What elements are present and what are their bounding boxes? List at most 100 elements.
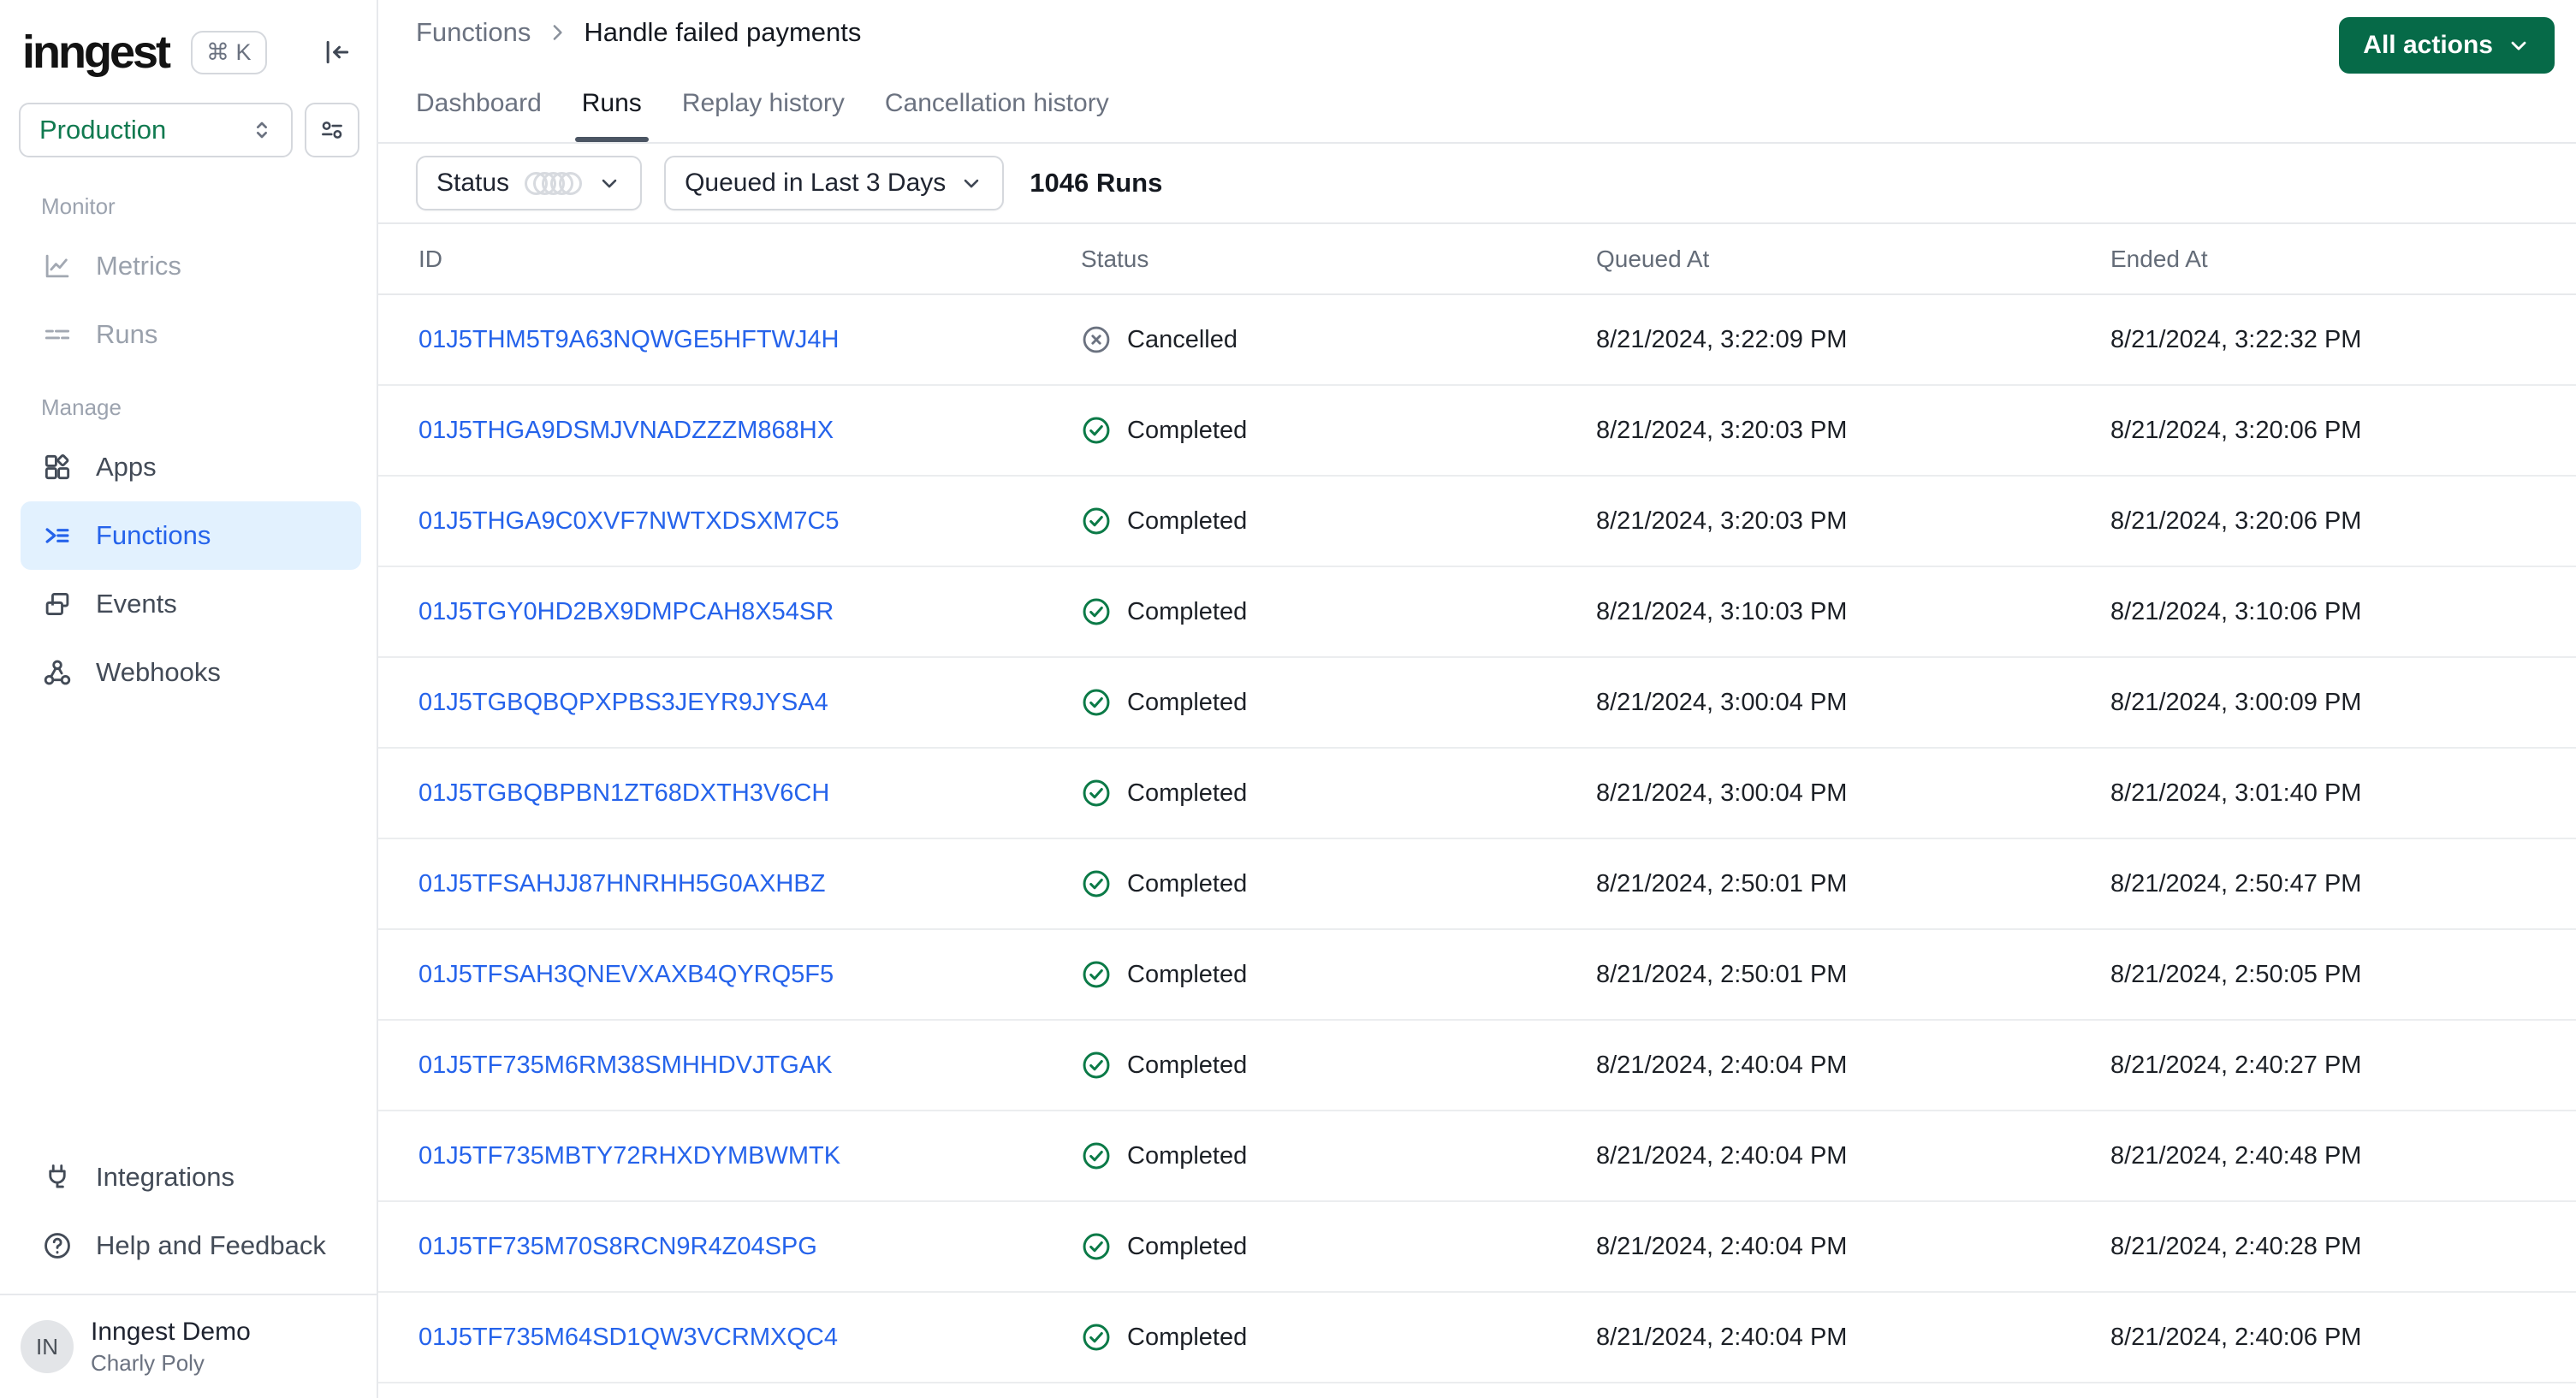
nav-section-manage: Manage xyxy=(41,394,122,420)
run-status-label: Completed xyxy=(1127,779,1248,807)
environment-row: Production xyxy=(0,103,377,157)
logo-row: inngest ⌘ K xyxy=(0,0,377,82)
run-queued-at: 8/21/2024, 3:22:09 PM xyxy=(1596,325,1848,353)
run-ended-at: 8/21/2024, 3:20:06 PM xyxy=(2110,416,2362,444)
tab-runs[interactable]: Runs xyxy=(574,64,649,142)
run-id-link[interactable]: 01J5TF735M6RM38SMHHDVJTGAK xyxy=(418,1051,832,1079)
sidebar-item-label: Runs xyxy=(96,319,158,349)
run-status-label: Completed xyxy=(1127,1141,1248,1170)
run-ended-at: 8/21/2024, 2:40:27 PM xyxy=(2110,1051,2362,1079)
breadcrumb-current-page: Handle failed payments xyxy=(584,16,862,47)
completed-icon xyxy=(1083,779,1110,807)
sidebar-item-webhooks[interactable]: Webhooks xyxy=(21,638,361,707)
run-status-label: Completed xyxy=(1127,869,1248,897)
table-row: 01J5THGA9C0XVF7NWTXDSXM7C5 Completed 8/2… xyxy=(378,477,2576,567)
table-row: 01J5TF735M6RM38SMHHDVJTGAK Completed 8/2… xyxy=(378,1021,2576,1111)
run-queued-at: 8/21/2024, 3:10:03 PM xyxy=(1596,597,1848,625)
collapse-sidebar-button[interactable] xyxy=(320,35,354,69)
completed-icon xyxy=(1083,1051,1110,1079)
avatar: IN xyxy=(21,1320,74,1373)
app-root: inngest ⌘ K Production Monitor Metrics R… xyxy=(0,0,2576,1398)
question-circle-icon xyxy=(41,1229,74,1262)
sidebar-item-integrations[interactable]: Integrations xyxy=(21,1143,361,1211)
run-id-link[interactable]: 01J5TGY0HD2BX9DMPCAH8X54SR xyxy=(418,598,834,625)
tab-dashboard[interactable]: Dashboard xyxy=(416,64,542,142)
run-status-label: Completed xyxy=(1127,960,1248,988)
run-id-link[interactable]: 01J5THGA9C0XVF7NWTXDSXM7C5 xyxy=(418,507,840,535)
run-id-link[interactable]: 01J5TF735M70S8RCN9R4Z04SPG xyxy=(418,1233,817,1260)
breadcrumb-functions-link[interactable]: Functions xyxy=(416,17,531,48)
chevron-down-icon xyxy=(602,179,617,188)
status-icon xyxy=(1081,596,1112,627)
sidebar-item-runs[interactable]: Runs xyxy=(21,300,361,369)
sidebar-item-label: Help and Feedback xyxy=(96,1230,326,1260)
runs-table-header: ID Status Queued At Ended At xyxy=(378,224,2576,295)
run-queued-at: 8/21/2024, 2:50:01 PM xyxy=(1596,960,1848,988)
status-icon xyxy=(1081,1231,1112,1262)
status-filter-button[interactable]: Status xyxy=(416,156,643,210)
run-queued-at: 8/21/2024, 2:40:04 PM xyxy=(1596,1323,1848,1351)
sidebar-item-metrics[interactable]: Metrics xyxy=(21,232,361,300)
environment-selector[interactable]: Production xyxy=(19,103,293,157)
status-icon xyxy=(1081,868,1112,899)
user-profile[interactable]: IN Inngest Demo Charly Poly xyxy=(0,1294,377,1398)
table-row: 01J5TFSAH3QNEVXAXB4QYRQ5F5 Completed 8/2… xyxy=(378,930,2576,1021)
run-ended-at: 8/21/2024, 2:40:06 PM xyxy=(2110,1323,2362,1351)
completed-icon xyxy=(1083,1233,1110,1260)
list-dashes-icon xyxy=(41,318,74,351)
status-icon xyxy=(1081,1140,1112,1171)
completed-icon xyxy=(1083,507,1110,535)
time-range-filter-button[interactable]: Queued in Last 3 Days xyxy=(664,156,1005,210)
sidebar: inngest ⌘ K Production Monitor Metrics R… xyxy=(0,0,378,1398)
sidebar-item-help-and-feedback[interactable]: Help and Feedback xyxy=(21,1211,361,1280)
run-id-link[interactable]: 01J5TGBQBQPXPBS3JEYR9JYSA4 xyxy=(418,689,828,716)
run-id-link[interactable]: 01J5THM5T9A63NQWGE5HFTWJ4H xyxy=(418,326,840,353)
run-id-link[interactable]: 01J5TFSAH3QNEVXAXB4QYRQ5F5 xyxy=(418,961,834,988)
table-row: 01J5TGBQBPBN1ZT68DXTH3V6CH Completed 8/2… xyxy=(378,749,2576,839)
tab-replay-history[interactable]: Replay history xyxy=(682,64,845,142)
apps-grid-icon xyxy=(41,451,74,483)
run-ended-at: 8/21/2024, 3:22:32 PM xyxy=(2110,325,2362,353)
chevron-down-icon xyxy=(2511,41,2526,50)
run-status-label: Completed xyxy=(1127,1051,1248,1079)
command-k-shortcut[interactable]: ⌘ K xyxy=(191,30,267,74)
completed-icon xyxy=(1083,1324,1110,1351)
tab-cancellation-history[interactable]: Cancellation history xyxy=(885,64,1109,142)
sidebar-footer: Integrations Help and Feedback xyxy=(0,1143,377,1294)
run-ended-at: 8/21/2024, 2:40:28 PM xyxy=(2110,1232,2362,1260)
status-icon xyxy=(1081,687,1112,718)
column-header-status: Status xyxy=(1081,245,1149,272)
environment-settings-button[interactable] xyxy=(305,103,359,157)
sidebar-item-label: Integrations xyxy=(96,1162,234,1192)
table-row: 01J5TF735M70S8RCN9R4Z04SPG Completed 8/2… xyxy=(378,1202,2576,1293)
table-row: 01J5TGY0HD2BX9DMPCAH8X54SR Completed 8/2… xyxy=(378,567,2576,658)
run-id-link[interactable]: 01J5TFSAHJJ87HNRHH5G0AXHBZ xyxy=(418,870,825,897)
run-id-link[interactable]: 01J5TGBQBPBN1ZT68DXTH3V6CH xyxy=(418,779,829,807)
completed-icon xyxy=(1083,689,1110,716)
sidebar-item-functions[interactable]: Functions xyxy=(21,501,361,570)
run-id-link[interactable]: 01J5THGA9DSMJVNADZZZM868HX xyxy=(418,417,834,444)
sidebar-item-label: Events xyxy=(96,589,177,619)
chevron-right-icon xyxy=(554,24,563,40)
status-icon xyxy=(1081,324,1112,355)
nav-section-monitor: Monitor xyxy=(41,193,116,219)
inngest-logo: inngest xyxy=(22,27,171,78)
run-id-link[interactable]: 01J5TF735MBTY72RHXDYMBWMTK xyxy=(418,1142,840,1170)
sidebar-item-apps[interactable]: Apps xyxy=(21,433,361,501)
run-ended-at: 8/21/2024, 2:50:47 PM xyxy=(2110,869,2362,897)
run-status-label: Cancelled xyxy=(1127,325,1238,353)
run-queued-at: 8/21/2024, 2:40:04 PM xyxy=(1596,1141,1848,1170)
run-id-link[interactable]: 01J5TF735M64SD1QW3VCRMXQC4 xyxy=(418,1324,838,1351)
completed-icon xyxy=(1083,417,1110,444)
sidebar-item-events[interactable]: Events xyxy=(21,570,361,638)
chart-line-icon xyxy=(41,250,74,282)
status-icon xyxy=(1081,1322,1112,1353)
all-actions-label: All actions xyxy=(2363,31,2493,59)
all-actions-button[interactable]: All actions xyxy=(2339,17,2555,74)
environment-selected-label: Production xyxy=(39,115,167,145)
breadcrumb: Functions Handle failed payments xyxy=(378,0,2576,64)
tab-bar: Dashboard Runs Replay history Cancellati… xyxy=(378,64,2576,144)
chevron-down-icon xyxy=(964,179,979,188)
sidebar-item-label: Apps xyxy=(96,452,157,482)
column-header-ended-at: Ended At xyxy=(2110,245,2208,272)
